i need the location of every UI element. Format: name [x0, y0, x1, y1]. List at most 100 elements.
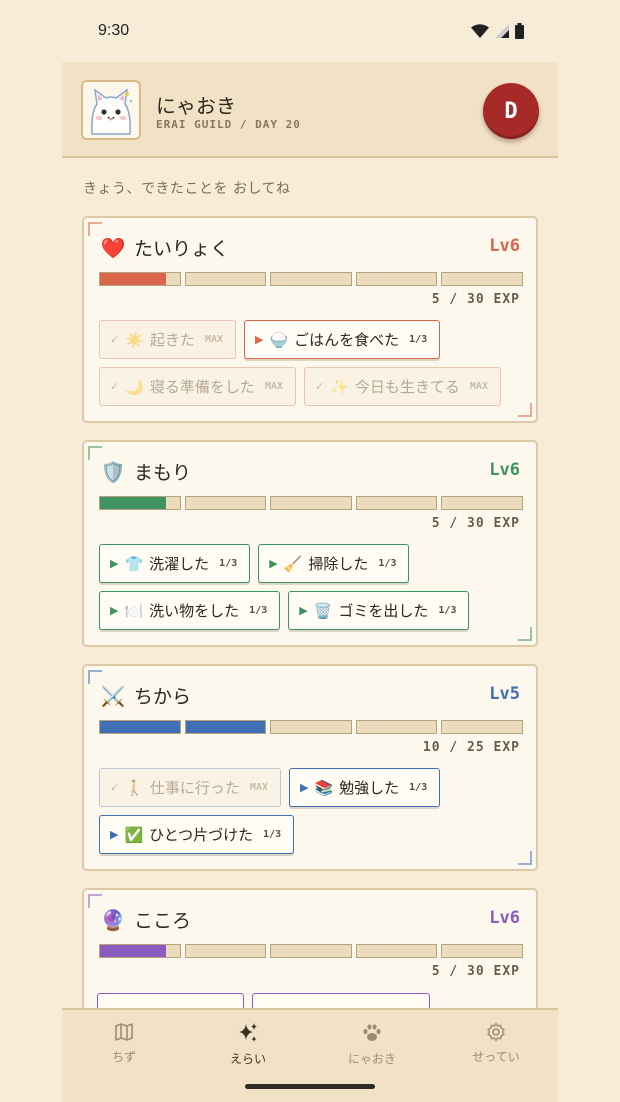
status-icons: [471, 23, 524, 39]
action-label: ひとつ片づけた: [149, 826, 254, 844]
completed-action-chip[interactable]: ✓ ☀️ 起きた MAX: [99, 320, 236, 359]
action-list: ✓ 🚶 仕事に行った MAX ▶ 📚 勉強した 1/3 ▶ ✅ ひとつ片づけた 1/3: [99, 768, 523, 862]
character-name: にゃおき: [156, 94, 236, 118]
play-icon: ▶: [269, 557, 278, 570]
nav-tab-settings[interactable]: せってい: [434, 1010, 558, 1102]
action-chip[interactable]: ▶ ✅ ひとつ片づけた 1/3: [99, 815, 295, 854]
level-badge: Lv6: [489, 908, 520, 928]
exp-bar-segment: [355, 496, 438, 510]
wifi-icon: [471, 24, 489, 38]
action-count: MAX: [249, 782, 268, 793]
stat-name: こころ: [134, 910, 192, 932]
action-count: MAX: [204, 334, 223, 345]
exp-bar-segment: [99, 720, 181, 734]
exp-counter: 5 / 30 EXP: [431, 964, 520, 979]
action-chip[interactable]: ▶ 🍚 ごはんを食べた 1/3: [243, 320, 441, 359]
kokoro-action-chip[interactable]: [97, 993, 244, 1008]
exp-bar-fill: [100, 273, 167, 285]
stat-card-list[interactable]: ❤️ たいりょく Lv6 5 / 30 EXP ✓ ☀️ 起きた MAX ▶ 🍚 ごはんを食べた 1/…: [0, 200, 620, 1008]
kokoro-actions-peek: [97, 993, 525, 1008]
action-icon: ✅: [124, 825, 144, 844]
check-icon: ✓: [110, 781, 120, 794]
check-icon: ✓: [110, 380, 120, 393]
action-chip[interactable]: ▶ 📚 勉強した 1/3: [288, 768, 441, 807]
exp-progress-bar: [99, 944, 523, 958]
action-count: 1/3: [409, 334, 428, 345]
exp-bar-segment: [270, 496, 352, 510]
exp-bar-segment: [184, 944, 267, 958]
action-label: 洗い物をした: [149, 602, 240, 620]
cat-avatar-icon: [83, 82, 139, 138]
guild-day-label: ERAI GUILD / DAY 20: [156, 118, 301, 131]
signal-icon: [495, 24, 509, 38]
action-icon: 🚶: [125, 778, 144, 797]
stat-icon: 🛡️: [100, 459, 126, 484]
action-icon: ☀️: [125, 330, 144, 349]
action-row: ✓ 🚶 仕事に行った MAX ▶ 📚 勉強した 1/3: [99, 768, 523, 807]
stat-icon: ⚔️: [100, 683, 126, 708]
exp-bar-segment: [355, 720, 438, 734]
profile-button[interactable]: D: [483, 83, 539, 139]
play-icon: ▶: [110, 557, 119, 570]
stat-card-tairyoku: ❤️ たいりょく Lv6 5 / 30 EXP ✓ ☀️ 起きた MAX ▶ 🍚 ごはんを食べた 1/…: [82, 216, 538, 423]
paw-icon: [363, 1024, 381, 1041]
level-badge: Lv6: [489, 460, 520, 480]
app-header: にゃおき ERAI GUILD / DAY 20 D: [62, 62, 558, 158]
battery-icon: [515, 23, 524, 39]
action-chip[interactable]: ▶ 🗑️ ゴミを出した 1/3: [288, 591, 470, 630]
action-list: ▶ 👕 洗濯した 1/3 ▶ 🧹 掃除した 1/3 ▶ 🍽️ 洗い物をした 1/3 ▶ 🗑️ ゴミを出した 1…: [99, 544, 523, 638]
play-icon: ▶: [299, 604, 308, 617]
action-icon: 🍽️: [124, 601, 144, 620]
nav-tab-map[interactable]: ちず: [62, 1010, 186, 1102]
completed-action-chip[interactable]: ✓ 🚶 仕事に行った MAX: [99, 768, 281, 807]
action-label: ゴミを出した: [338, 602, 429, 620]
exp-bar-segment: [355, 944, 438, 958]
exp-bar-segment: [441, 720, 523, 734]
action-row: ✓ 🌙 寝る準備をした MAX ✓ ✨ 今日も生きてる MAX: [99, 367, 523, 406]
map-icon: [115, 1023, 133, 1041]
action-label: 仕事に行った: [149, 779, 240, 797]
exp-bar-segment: [184, 272, 267, 286]
exp-bar-fill: [100, 497, 167, 509]
exp-bar-segment: [441, 272, 523, 286]
exp-bar-segment: [184, 720, 267, 734]
stat-card-chikara: ⚔️ ちから Lv5 10 / 25 EXP ✓ 🚶 仕事に行った MAX ▶ 📚 勉強した 1/3 ▶…: [82, 664, 538, 871]
card-title: ⚔️ ちから: [100, 682, 191, 709]
action-label: 寝る準備をした: [149, 378, 255, 396]
exp-bar-segment: [355, 272, 438, 286]
status-bar: 9:30: [0, 0, 620, 62]
exp-bar-segment: [99, 944, 181, 958]
nav-label: ちず: [111, 1050, 136, 1064]
play-icon: ▶: [110, 828, 119, 841]
exp-bar-segment: [99, 496, 181, 510]
kokoro-action-chip[interactable]: [252, 993, 430, 1008]
card-title: 🔮 こころ: [100, 906, 191, 933]
avatar[interactable]: [81, 80, 141, 140]
action-chip[interactable]: ▶ 🍽️ 洗い物をした 1/3: [99, 591, 281, 630]
action-label: ごはんを食べた: [294, 331, 400, 349]
sparkles-icon: [239, 1023, 257, 1042]
exp-bar-segment: [441, 496, 523, 510]
action-count: 1/3: [219, 558, 238, 569]
action-list: ✓ ☀️ 起きた MAX ▶ 🍚 ごはんを食べた 1/3 ✓ 🌙 寝る準備をした MAX ✓ ✨ 今日も生き…: [99, 320, 523, 414]
exp-bar-fill: [185, 721, 266, 733]
action-icon: ✨: [330, 377, 349, 396]
action-count: 1/3: [249, 605, 268, 616]
action-count: 1/3: [378, 558, 397, 569]
action-icon: 📚: [314, 778, 334, 797]
check-icon: ✓: [314, 380, 325, 393]
action-count: 1/3: [263, 829, 282, 840]
exp-counter: 5 / 30 EXP: [431, 292, 520, 307]
action-chip[interactable]: ▶ 👕 洗濯した 1/3: [99, 544, 251, 583]
card-title: 🛡️ まもり: [100, 458, 191, 485]
action-label: 起きた: [149, 331, 195, 349]
completed-action-chip[interactable]: ✓ 🌙 寝る準備をした MAX: [99, 367, 296, 406]
action-count: 1/3: [438, 605, 457, 616]
play-icon: ▶: [110, 604, 119, 617]
home-indicator[interactable]: [245, 1084, 375, 1089]
play-icon: ▶: [299, 781, 309, 794]
exp-bar-segment: [184, 496, 267, 510]
action-chip[interactable]: ▶ 🧹 掃除した 1/3: [258, 544, 410, 583]
action-count: MAX: [264, 381, 283, 392]
completed-action-chip[interactable]: ✓ ✨ 今日も生きてる MAX: [303, 367, 501, 406]
